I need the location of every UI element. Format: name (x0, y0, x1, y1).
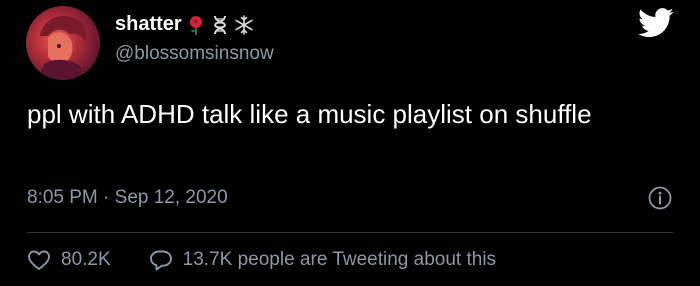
tweet-text: ppl with ADHD talk like a music playlist… (27, 99, 592, 129)
avatar-illustration (38, 16, 87, 80)
dna-emoji (213, 15, 226, 34)
twitter-bird-icon[interactable] (638, 8, 674, 38)
tweet-timestamp[interactable]: 8:05 PM · Sep 12, 2020 (27, 187, 228, 209)
speech-bubble-icon (149, 250, 172, 271)
like-count: 80.2K (61, 249, 111, 270)
heart-icon (28, 250, 50, 270)
like-button[interactable]: 80.2K (27, 249, 111, 271)
display-name[interactable]: shatter (115, 13, 182, 36)
reply-summary-text: 13.7K people are Tweeting about this (182, 249, 497, 270)
tweet-actions: 80.2K 13.7K people are Tweeting about th… (27, 249, 496, 271)
divider (27, 232, 673, 233)
snowflake-emoji (235, 14, 253, 35)
user-handle[interactable]: @blossomsinsnow (115, 43, 274, 65)
avatar[interactable] (26, 6, 100, 80)
rose-emoji (189, 15, 202, 35)
author-header: shatter (115, 13, 254, 36)
info-icon[interactable] (648, 186, 672, 210)
reply-summary-link[interactable]: 13.7K people are Tweeting about this (149, 249, 496, 271)
